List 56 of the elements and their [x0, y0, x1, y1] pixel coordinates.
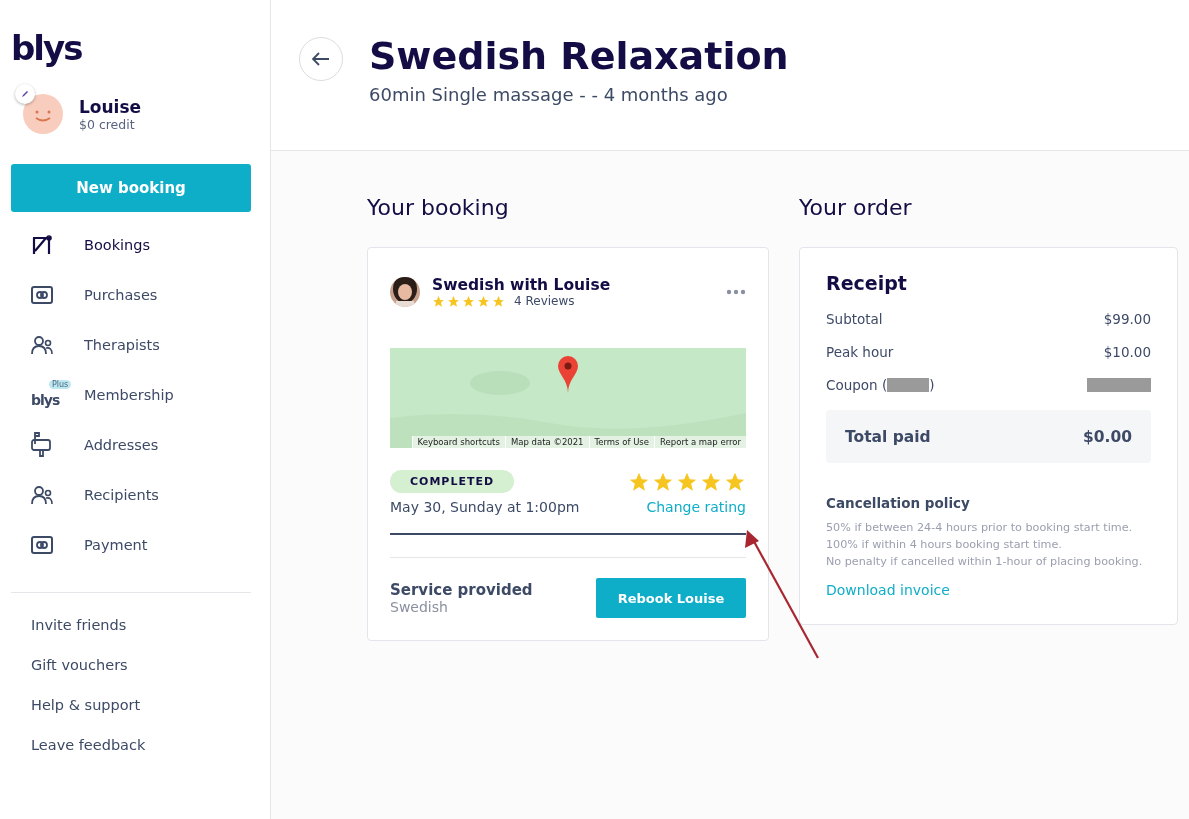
user-credit: $0 credit [79, 116, 136, 132]
card-icon [31, 536, 53, 554]
back-button[interactable] [299, 37, 343, 81]
redaction-mark [1087, 377, 1151, 392]
mailbox-icon [31, 432, 53, 458]
sidebar-link[interactable]: Help & support [11, 685, 141, 725]
booking-date: May 30, Sunday at 1:00pm [390, 499, 580, 515]
policy-text: 100% if within 4 hours booking start time. [826, 537, 1063, 553]
line-label: ) [929, 376, 935, 393]
map-link[interactable]: Keyboard shortcuts [411, 436, 505, 448]
status-badge: COMPLETED [390, 470, 515, 493]
more-icon[interactable] [726, 289, 746, 295]
line-label: Subtotal [826, 310, 883, 327]
table-icon [31, 235, 53, 255]
policy-text: No penalty if cancelled within 1-hour of placing booking. [826, 554, 1144, 570]
sidebar-link[interactable]: Leave feedback [11, 725, 146, 765]
plus-tag: Plus [49, 380, 72, 389]
receipt-title: Receipt [826, 272, 908, 294]
sidebar-link[interactable]: Invite friends [11, 605, 127, 645]
line-amount: $99.00 [1103, 310, 1151, 327]
review-count: 4 Reviews [514, 294, 575, 308]
sidebar-item[interactable]: Payment [11, 520, 251, 570]
user-name: Louise [79, 96, 142, 117]
sidebar-link[interactable]: Gift vouchers [11, 645, 128, 685]
sidebar-item[interactable]: Recipients [11, 470, 251, 520]
avatar-icon [23, 94, 63, 134]
map-link[interactable]: Report a map error [654, 436, 746, 448]
people-icon [31, 485, 53, 505]
line-label: Peak hour [826, 343, 894, 360]
therapist-name: Swedish with Louise [432, 276, 612, 294]
page-subtitle: 60min Single massage - - 4 months ago [369, 84, 729, 105]
map-link[interactable]: Terms of Use [588, 436, 655, 448]
sidebar-item[interactable]: Therapists [11, 320, 251, 370]
page-title: Swedish Relaxation [369, 33, 789, 80]
policy-title: Cancellation policy [826, 495, 971, 511]
total-label: Total paid [845, 427, 931, 446]
card-icon [31, 286, 53, 304]
line-amount: $10.00 [1103, 343, 1151, 360]
sidebar-item[interactable]: Plus blys Membership [11, 370, 251, 420]
edit-icon[interactable] [15, 84, 35, 104]
service-label: Service provided [390, 581, 533, 599]
sidebar-item[interactable]: Purchases [11, 270, 251, 320]
service-name: Swedish [390, 599, 449, 615]
back-arrow-icon [312, 52, 330, 66]
redaction-mark [887, 377, 930, 392]
people-icon [31, 335, 53, 355]
sidebar-item[interactable]: Addresses [11, 420, 251, 470]
total-amount: $0.00 [1082, 427, 1132, 446]
sidebar-item[interactable]: Bookings [11, 220, 251, 270]
line-label: Coupon ( [826, 376, 888, 393]
blys-logo: blys [11, 28, 82, 68]
policy-text: 50% if between 24-4 hours prior to booking start time. [826, 520, 1134, 536]
map-link[interactable]: Map data ©2021 [504, 436, 589, 448]
membership-logo: blys [31, 392, 60, 408]
section-heading: Your order [799, 194, 913, 222]
section-heading: Your booking [367, 194, 510, 222]
